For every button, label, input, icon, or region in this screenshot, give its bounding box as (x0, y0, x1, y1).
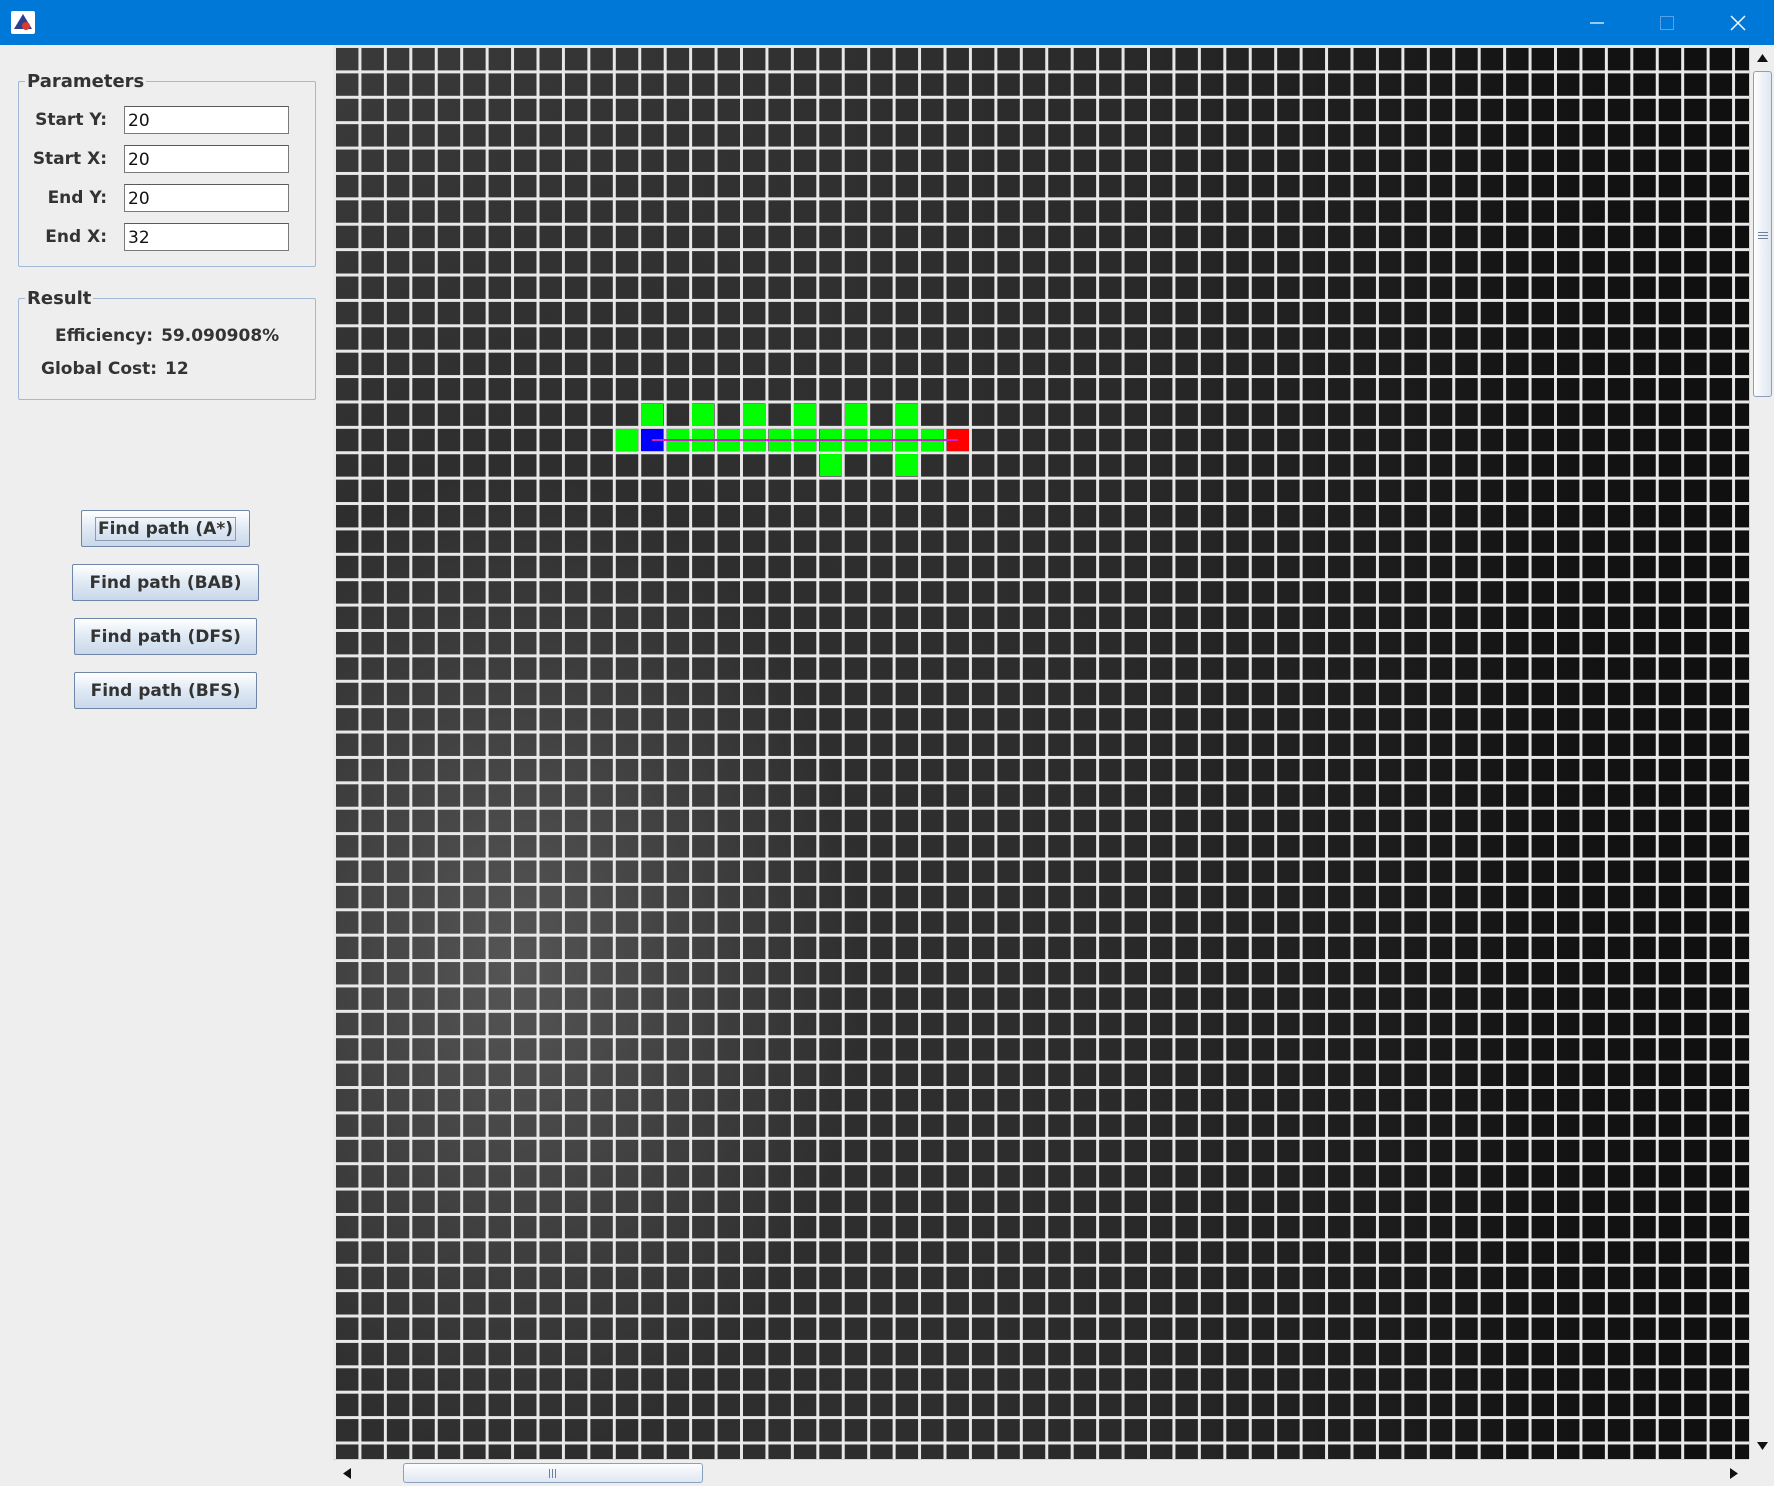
find-path-bab-button[interactable]: Find path (BAB) (72, 564, 259, 601)
end-x-input[interactable] (124, 223, 289, 251)
end-y-label: End Y: (47, 188, 107, 208)
find-path-bab-label: Find path (BAB) (89, 572, 242, 593)
horizontal-scroll-thumb[interactable] (403, 1463, 703, 1483)
maximize-button[interactable] (1632, 0, 1702, 45)
parameters-legend: Parameters (27, 71, 145, 92)
maximize-icon (1660, 15, 1674, 30)
explored-cell[interactable] (692, 403, 715, 426)
grid-canvas[interactable] (333, 45, 1749, 1459)
arrow-left-icon (343, 1467, 351, 1479)
end-y-row: End Y: (0, 184, 333, 212)
minimize-icon (1590, 21, 1604, 24)
arrow-right-icon (1730, 1467, 1738, 1479)
close-icon (1730, 15, 1746, 30)
start-y-label: Start Y: (35, 110, 107, 130)
vertical-scroll-thumb[interactable] (1753, 71, 1772, 397)
minimize-button[interactable] (1562, 0, 1632, 45)
explored-cell[interactable] (819, 454, 842, 477)
end-y-input[interactable] (124, 184, 289, 212)
scroll-down-arrow[interactable] (1751, 1435, 1773, 1457)
global-cost-value: 12 (165, 359, 189, 379)
efficiency-label: Efficiency: (55, 326, 154, 346)
close-button[interactable] (1703, 0, 1773, 45)
find-path-bfs-label: Find path (BFS) (90, 680, 241, 701)
start-x-input[interactable] (124, 145, 289, 173)
path-line (652, 439, 958, 441)
java-app-icon (11, 11, 35, 34)
title-bar (0, 0, 1774, 45)
start-y-row: Start Y: (0, 106, 333, 134)
explored-cell[interactable] (895, 403, 918, 426)
find-path-dfs-button[interactable]: Find path (DFS) (74, 618, 257, 655)
scroll-left-arrow[interactable] (336, 1462, 358, 1484)
scroll-right-arrow[interactable] (1723, 1462, 1745, 1484)
arrow-down-icon (1756, 1442, 1768, 1450)
find-path-dfs-label: Find path (DFS) (90, 626, 241, 647)
scrollbar-corner (1749, 1459, 1774, 1485)
find-path-astar-button[interactable]: Find path (A*) (81, 510, 250, 547)
scroll-up-arrow[interactable] (1751, 47, 1773, 69)
find-path-bfs-button[interactable]: Find path (BFS) (74, 672, 257, 709)
grid-lines (333, 45, 1749, 1459)
horizontal-scrollbar[interactable] (333, 1459, 1749, 1486)
start-y-input[interactable] (124, 106, 289, 134)
explored-cell[interactable] (895, 454, 918, 477)
efficiency-value: 59.090908% (161, 326, 280, 346)
explored-cell[interactable] (743, 403, 766, 426)
efficiency-row: Efficiency: 59.090908% (55, 325, 279, 347)
result-legend: Result (27, 288, 92, 309)
end-x-label: End X: (45, 227, 107, 247)
global-cost-row: Global Cost: 12 (41, 358, 189, 380)
explored-cell[interactable] (845, 403, 867, 426)
control-panel: Parameters Start Y: Start X: End Y: End … (0, 45, 333, 1485)
explored-cell[interactable] (794, 403, 817, 426)
find-path-astar-label: Find path (A*) (94, 516, 236, 541)
global-cost-label: Global Cost: (41, 359, 158, 379)
explored-cell[interactable] (641, 403, 664, 426)
explored-cell[interactable] (615, 429, 638, 451)
end-x-row: End X: (0, 223, 333, 251)
vertical-scrollbar[interactable] (1749, 45, 1774, 1459)
start-x-row: Start X: (0, 145, 333, 173)
arrow-up-icon (1756, 54, 1768, 62)
start-x-label: Start X: (32, 149, 107, 169)
